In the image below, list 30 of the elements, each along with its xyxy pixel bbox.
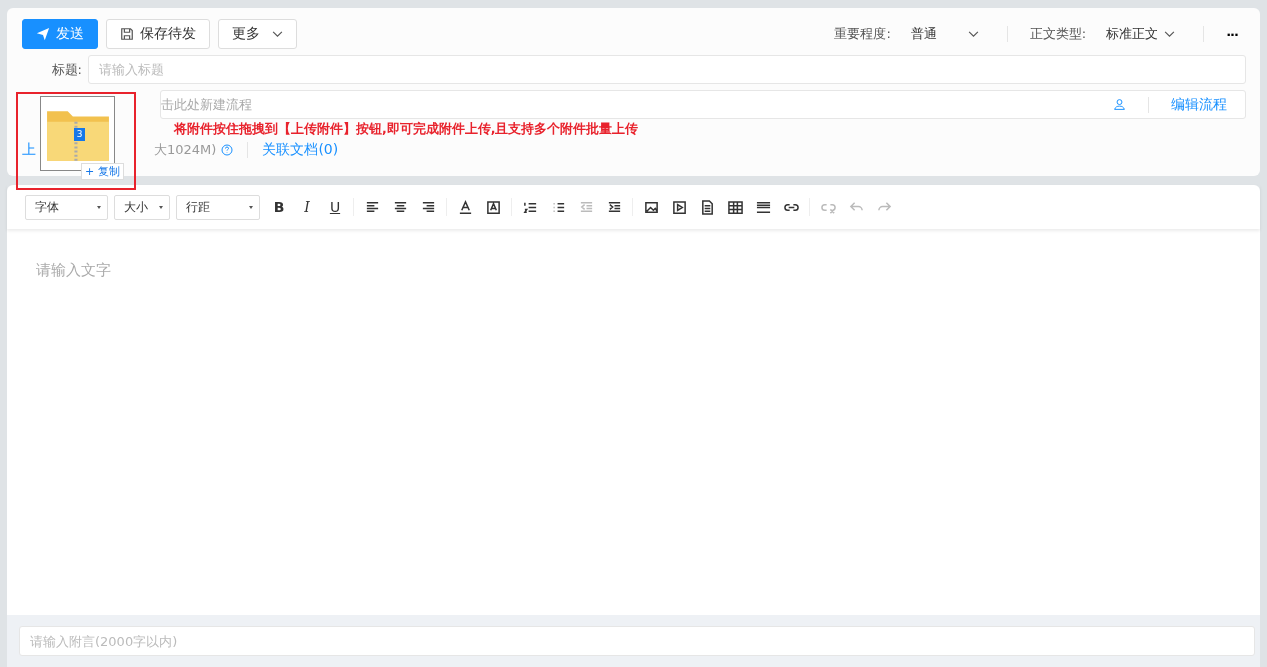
- body-type-select[interactable]: 标准正文: [1100, 24, 1182, 44]
- toolbar-dropdown[interactable]: 行距: [176, 194, 260, 220]
- toolbar-dropdown[interactable]: 字体: [25, 194, 108, 220]
- more-menu-button[interactable]: ···: [1226, 26, 1246, 42]
- importance-select[interactable]: 普通: [904, 24, 985, 44]
- more-dropdown[interactable]: 更多: [218, 19, 297, 49]
- person-icon[interactable]: [1113, 98, 1126, 111]
- caret-icon: [159, 205, 163, 209]
- body-type-label: 正文类型:: [1029, 25, 1087, 43]
- copy-label: + 复制: [81, 163, 124, 180]
- format-button[interactable]: I: [294, 194, 320, 220]
- save-icon: [120, 27, 134, 41]
- send-icon: [36, 27, 50, 41]
- size-limit-text: 大1024M): [154, 141, 217, 159]
- save-draft-button[interactable]: 保存待发: [106, 19, 210, 49]
- chevron-down-icon: [272, 30, 283, 38]
- title-field[interactable]: 请输入标题: [88, 55, 1246, 84]
- caret-icon: [97, 205, 101, 209]
- format-button[interactable]: U: [322, 194, 348, 220]
- flow-placeholder: 击此处新建流程: [161, 95, 252, 114]
- caret-icon: [249, 205, 253, 209]
- note-field[interactable]: 请输入附言(2000字以内): [19, 626, 1255, 656]
- chevron-down-icon: [967, 30, 979, 38]
- count-badge: 3: [74, 128, 85, 141]
- format-button[interactable]: B: [266, 194, 292, 220]
- annotation-text: 将附件按住拖拽到【上传附件】按钮,即可完成附件上传,且支持多个附件批量上传: [174, 121, 639, 136]
- chevron-down-icon: [1164, 30, 1176, 38]
- toolbar-dropdown[interactable]: 大小: [114, 194, 170, 220]
- title-label: 标题:: [50, 60, 83, 79]
- importance-label: 重要程度:: [834, 25, 891, 43]
